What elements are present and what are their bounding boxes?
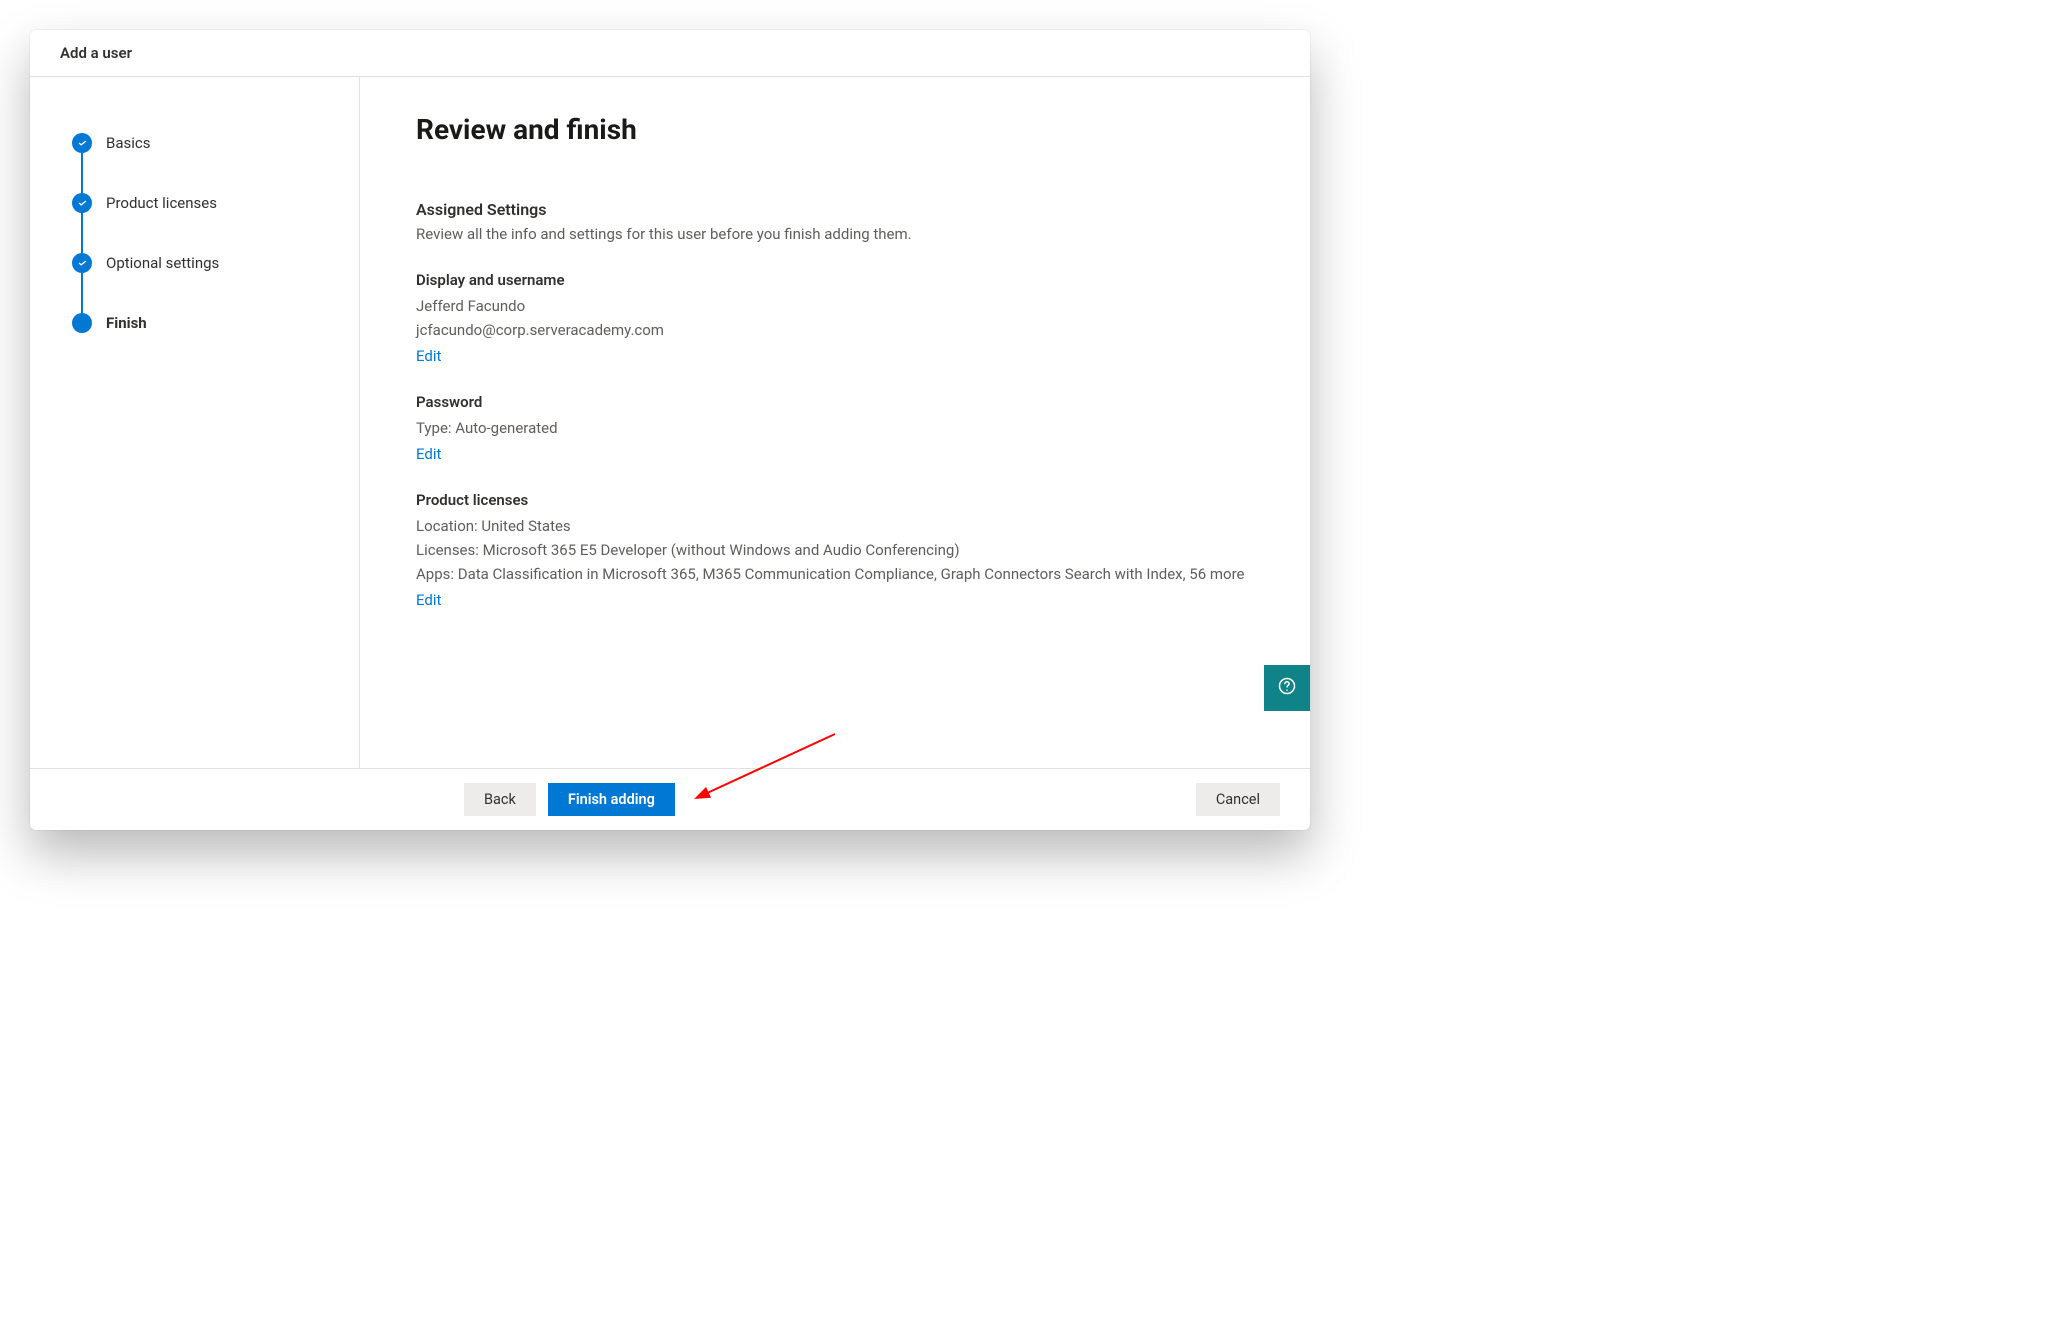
step-basics[interactable]: Basics: [72, 113, 359, 173]
edit-display-link[interactable]: Edit: [416, 347, 441, 365]
step-label: Finish: [106, 314, 147, 332]
check-icon: [72, 193, 92, 213]
page-title: Review and finish: [416, 113, 1254, 146]
password-heading: Password: [416, 393, 1254, 411]
back-button[interactable]: Back: [464, 783, 536, 816]
step-optional-settings[interactable]: Optional settings: [72, 233, 359, 293]
product-licenses-block: Product licenses Location: United States…: [416, 491, 1254, 609]
location-value: Location: United States: [416, 514, 1254, 538]
check-icon: [72, 133, 92, 153]
display-username-heading: Display and username: [416, 271, 1254, 289]
wizard-footer: Back Finish adding Cancel: [30, 768, 1310, 830]
username-value: jcfacundo@corp.serveracademy.com: [416, 318, 1254, 342]
current-step-icon: [72, 313, 92, 333]
wizard-stepper: Basics Product licenses Optional setting…: [30, 77, 360, 768]
help-icon: [1277, 676, 1297, 700]
step-label: Optional settings: [106, 254, 219, 272]
wizard-content: Review and finish Assigned Settings Revi…: [360, 77, 1310, 768]
help-button[interactable]: [1264, 665, 1310, 711]
step-finish[interactable]: Finish: [72, 293, 359, 353]
password-block: Password Type: Auto-generated Edit: [416, 393, 1254, 463]
assigned-settings-desc: Review all the info and settings for thi…: [416, 225, 1254, 243]
step-product-licenses[interactable]: Product licenses: [72, 173, 359, 233]
licenses-value: Licenses: Microsoft 365 E5 Developer (wi…: [416, 538, 1254, 562]
password-type-value: Type: Auto-generated: [416, 416, 1254, 440]
display-name-value: Jefferd Facundo: [416, 294, 1254, 318]
edit-licenses-link[interactable]: Edit: [416, 591, 441, 609]
panel-body: Basics Product licenses Optional setting…: [30, 77, 1310, 768]
display-username-block: Display and username Jefferd Facundo jcf…: [416, 271, 1254, 365]
step-label: Product licenses: [106, 194, 217, 212]
cancel-button[interactable]: Cancel: [1196, 783, 1280, 816]
product-licenses-heading: Product licenses: [416, 491, 1254, 509]
step-label: Basics: [106, 134, 151, 152]
apps-value: Apps: Data Classification in Microsoft 3…: [416, 562, 1254, 586]
panel-title: Add a user: [60, 44, 1280, 62]
add-user-panel: Add a user Basics Product licenses: [30, 30, 1310, 830]
check-icon: [72, 253, 92, 273]
edit-password-link[interactable]: Edit: [416, 445, 441, 463]
panel-header: Add a user: [30, 30, 1310, 77]
assigned-settings-heading: Assigned Settings: [416, 200, 1254, 219]
finish-adding-button[interactable]: Finish adding: [548, 783, 675, 816]
